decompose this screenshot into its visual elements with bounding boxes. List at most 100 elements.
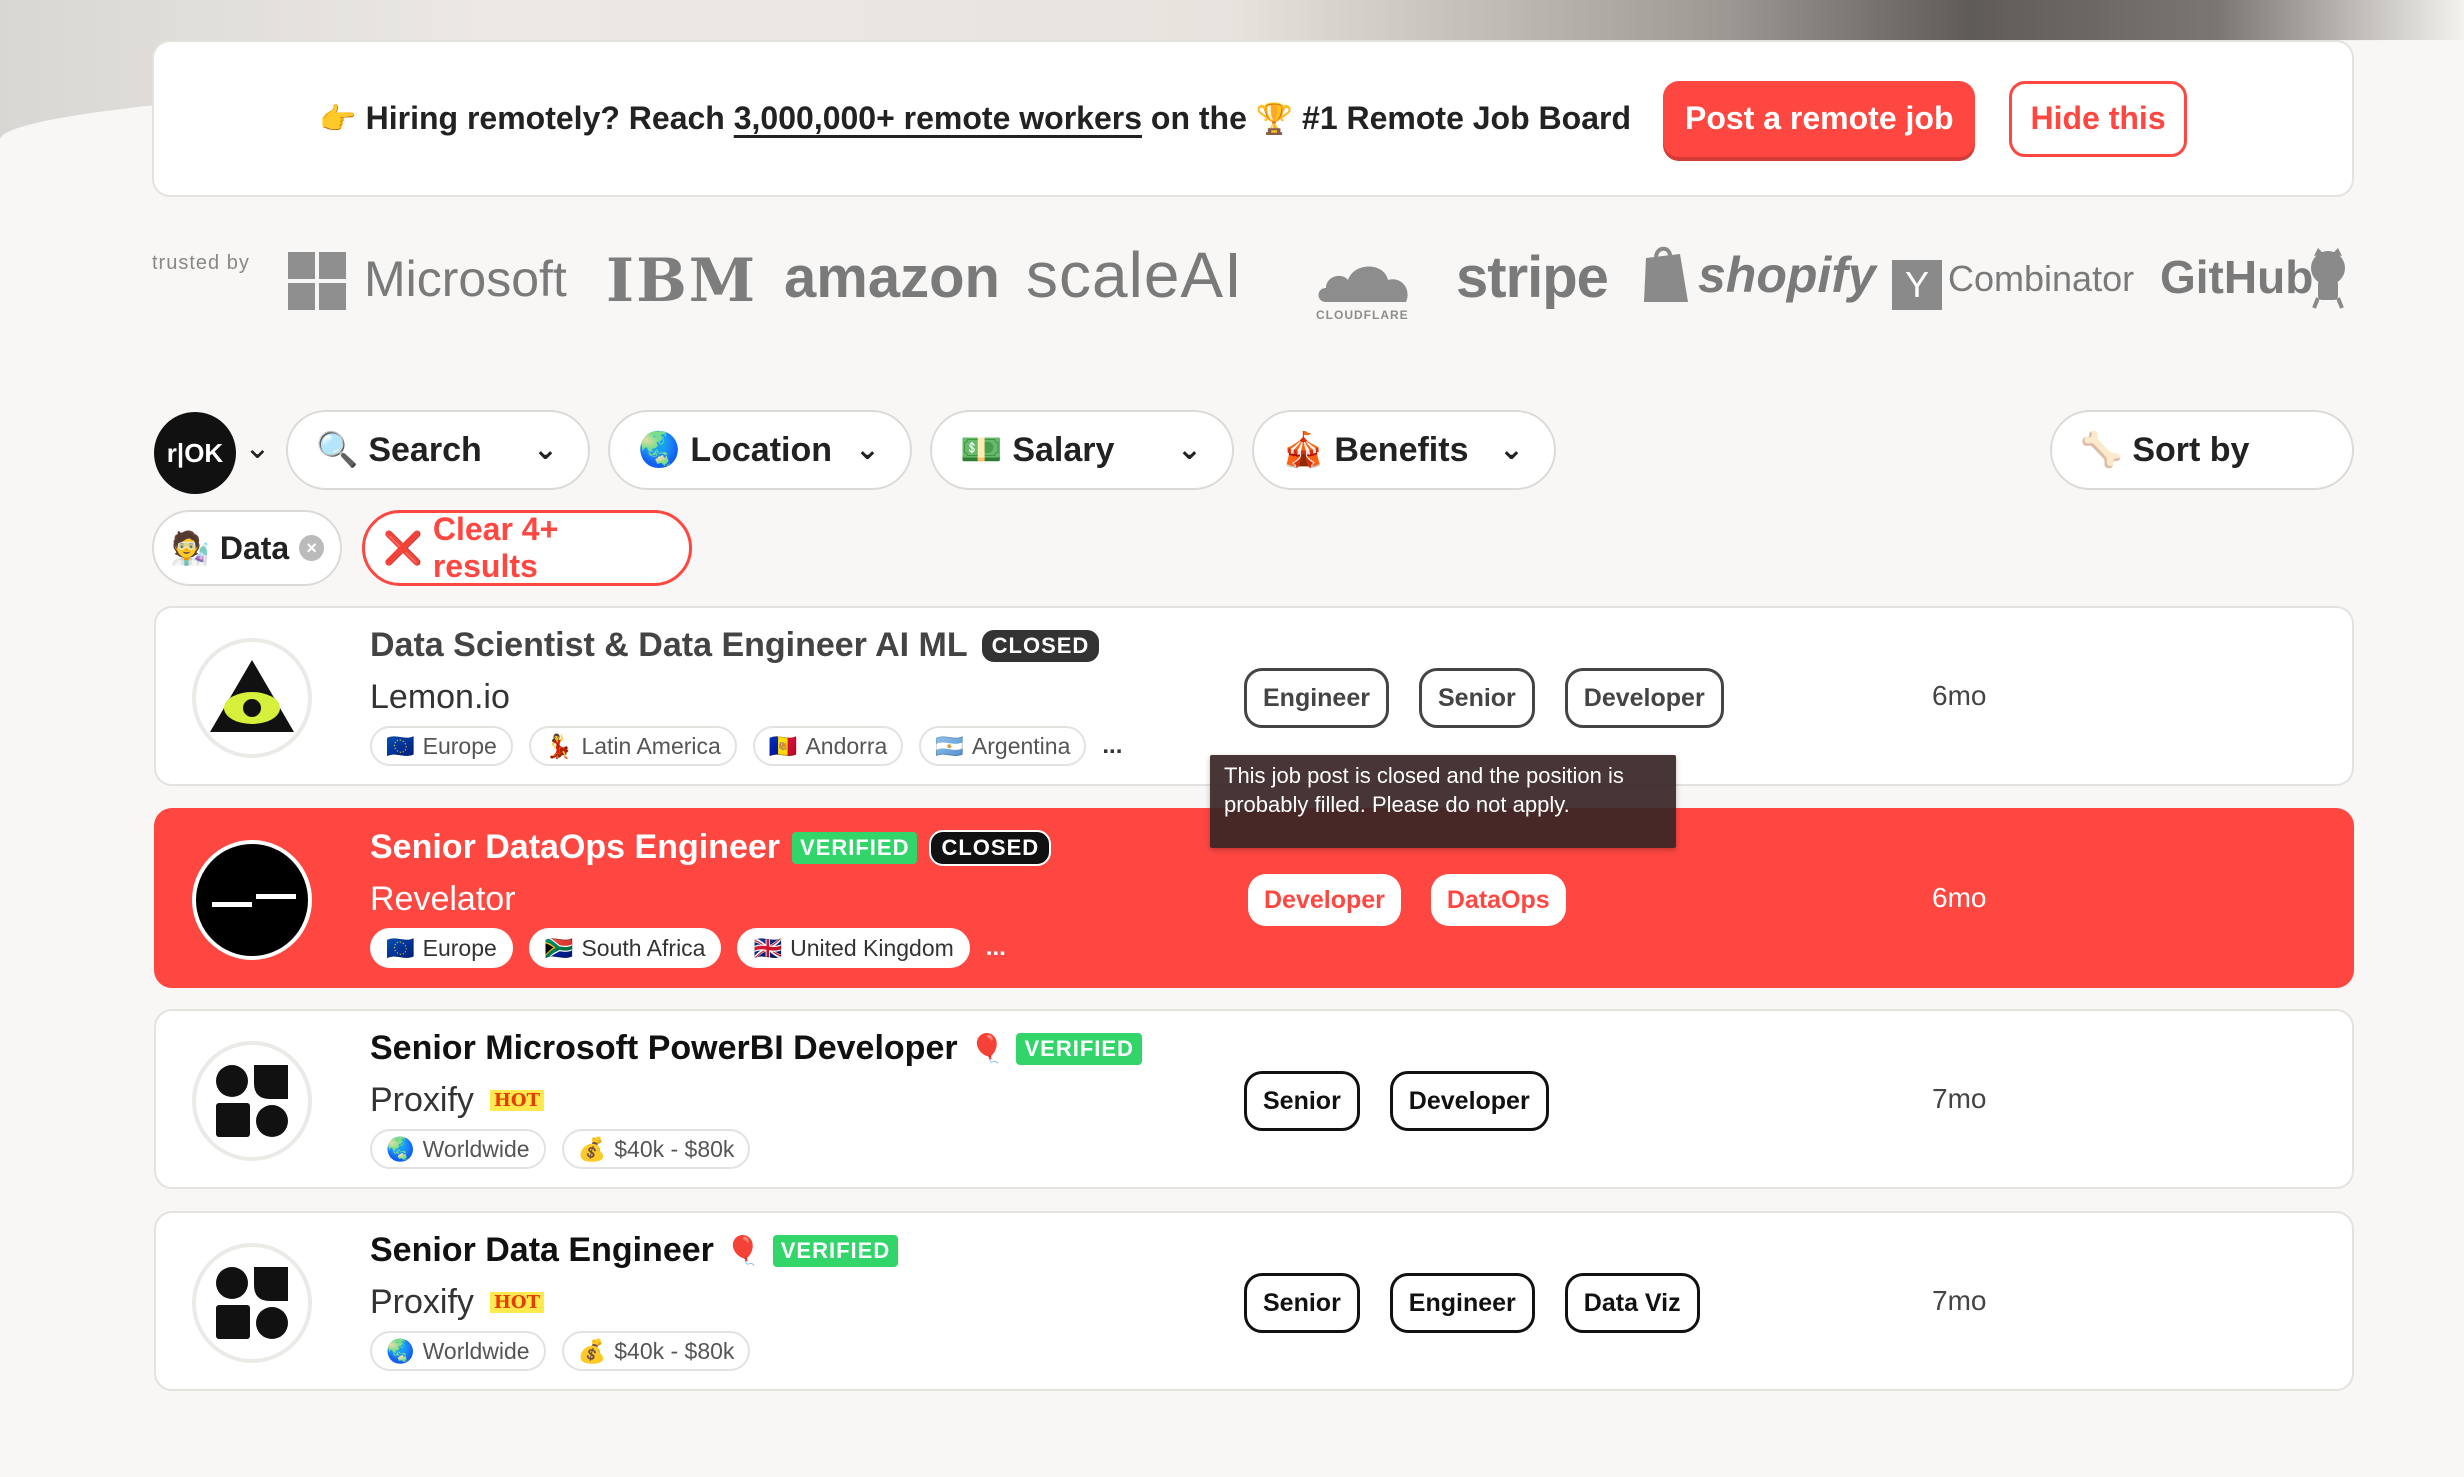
salary-filter[interactable]: 💵 Salary ⌄	[930, 410, 1234, 490]
stripe-logo: stripe	[1456, 245, 1609, 310]
more-locations[interactable]: ...	[1102, 732, 1122, 760]
company-name[interactable]: Lemon.io	[370, 678, 510, 717]
company-name[interactable]: Proxify	[370, 1081, 474, 1120]
job-age: 7mo	[1932, 1285, 1987, 1316]
location-tag[interactable]: 🇪🇺 Europe	[370, 726, 513, 766]
post-remote-job-button[interactable]: Post a remote job	[1662, 80, 1976, 157]
trusted-by-label: trusted by	[152, 252, 250, 274]
closed-job-tooltip: This job post is closed and the position…	[1210, 755, 1676, 848]
shopify-logo: shopify	[1640, 240, 1876, 320]
verified-badge: VERIFIED	[792, 831, 918, 864]
location-tag[interactable]: 🇦🇩 Andorra	[752, 726, 904, 766]
company-name[interactable]: Revelator	[370, 880, 516, 919]
job-age: 6mo	[1932, 882, 1987, 913]
location-tag[interactable]: 🌏 Worldwide	[370, 1331, 546, 1371]
job-title[interactable]: Data Scientist & Data Engineer AI ML	[370, 626, 968, 665]
location-tag[interactable]: 💃 Latin America	[528, 726, 737, 766]
location-tags: 🇪🇺 Europe 💃 Latin America 🇦🇩 Andorra 🇦🇷 Arge…	[370, 726, 1122, 766]
search-filter[interactable]: 🔍 Search ⌄	[286, 410, 590, 490]
uk-flag-icon: 🇬🇧	[753, 934, 783, 961]
location-tag[interactable]: 🇬🇧 United Kingdom	[737, 928, 970, 968]
job-tags: Senior Developer	[1244, 1071, 1549, 1131]
money-bag-icon: 💰	[577, 1337, 607, 1364]
location-tag[interactable]: 🇪🇺 Europe	[370, 928, 513, 968]
octocat-icon	[2311, 248, 2345, 309]
salary-tag[interactable]: 💰 $40k - $80k	[561, 1129, 751, 1169]
globe-icon: 🌏	[386, 1337, 415, 1364]
job-tags: Engineer Senior Developer	[1244, 668, 1724, 728]
location-tag[interactable]: 🇿🇦 South Africa	[528, 928, 722, 968]
job-age: 6mo	[1932, 680, 1987, 711]
location-tag[interactable]: 🌏 Worldwide	[370, 1129, 546, 1169]
banner-text: 👉 Hiring remotely? Reach 3,000,000+ remo…	[319, 100, 1631, 136]
closed-badge: CLOSED	[979, 627, 1102, 664]
sort-by-filter[interactable]: 🦴 Sort by	[2050, 410, 2354, 490]
github-logo: GitHub	[2160, 251, 2314, 303]
job-tags: Senior Engineer Data Viz	[1244, 1273, 1700, 1333]
proxify-mark-icon	[216, 1065, 288, 1137]
job-title[interactable]: Senior DataOps Engineer	[370, 828, 780, 867]
job-tag[interactable]: Developer	[1564, 668, 1724, 728]
ycombinator-icon: Y	[1892, 260, 1942, 310]
filter-bar: r|OK ⌄ 🔍 Search ⌄ 🌏 Location ⌄ 💵 Salary …	[152, 408, 2354, 494]
verified-badge: VERIFIED	[1016, 1032, 1142, 1065]
shopify-bag-icon	[1644, 246, 1688, 302]
trusted-by-row: trusted by Microsoft IBM amazon scaleAI …	[152, 236, 2354, 326]
chevron-down-icon: ⌄	[854, 433, 880, 466]
cross-mark-icon: ❌	[383, 530, 423, 566]
job-age: 7mo	[1932, 1083, 1987, 1114]
active-filter-data[interactable]: 🧑‍🔬 Data ×	[152, 510, 342, 586]
bone-icon: 🦴	[2080, 431, 2123, 469]
job-tag[interactable]: DataOps	[1430, 874, 1566, 926]
eu-flag-icon: 🇪🇺	[386, 934, 415, 961]
location-tags: 🇪🇺 Europe 🇿🇦 South Africa 🇬🇧 United Kingdom…	[370, 928, 1006, 968]
circus-tent-icon: 🎪	[1282, 431, 1325, 469]
benefits-filter[interactable]: 🎪 Benefits ⌄	[1252, 410, 1556, 490]
verified-badge: VERIFIED	[772, 1234, 899, 1267]
hot-badge: HOT	[489, 1292, 545, 1313]
hide-banner-button[interactable]: Hide this	[2009, 80, 2187, 157]
balloon-icon: 🎈	[725, 1235, 761, 1266]
chevron-down-icon[interactable]: ⌄	[244, 428, 271, 466]
amazon-logo: amazon	[784, 245, 1000, 310]
remote-workers-link[interactable]: 3,000,000+ remote workers	[734, 100, 1142, 136]
job-tag[interactable]: Senior	[1418, 668, 1535, 728]
job-tag[interactable]: Engineer	[1389, 1273, 1535, 1333]
job-title[interactable]: Senior Data Engineer	[370, 1231, 714, 1270]
revelator-mark-icon	[212, 894, 296, 907]
pointing-hand-icon: 👉	[319, 103, 357, 136]
salary-tag[interactable]: 💰 $40k - $80k	[561, 1331, 751, 1371]
location-filter[interactable]: 🌏 Location ⌄	[608, 410, 912, 490]
job-tag[interactable]: Engineer	[1244, 668, 1389, 728]
andorra-flag-icon: 🇦🇩	[768, 732, 798, 759]
trophy-icon: 🏆	[1255, 103, 1294, 136]
lemon-eye-icon	[210, 660, 294, 732]
ycombinator-logo: Combinator	[1948, 258, 2135, 299]
proxify-mark-icon	[216, 1267, 288, 1339]
job-tags: Developer DataOps	[1248, 870, 1566, 926]
dancer-icon: 💃	[544, 732, 574, 759]
clear-results-button[interactable]: ❌ Clear 4+ results	[362, 510, 692, 586]
microsoft-squares-icon	[288, 252, 346, 310]
job-row[interactable]: Senior Microsoft PowerBI Developer 🎈 VER…	[154, 1009, 2354, 1189]
job-tag[interactable]: Developer	[1389, 1071, 1549, 1131]
globe-icon: 🌏	[638, 431, 681, 469]
company-logo	[192, 840, 312, 960]
south-africa-flag-icon: 🇿🇦	[544, 934, 574, 961]
job-tag[interactable]: Data Viz	[1564, 1273, 1700, 1333]
job-tag[interactable]: Senior	[1244, 1273, 1360, 1333]
chevron-down-icon: ⌄	[1498, 433, 1524, 466]
job-tag[interactable]: Senior	[1244, 1071, 1360, 1131]
remoteok-logo[interactable]: r|OK	[154, 412, 236, 494]
globe-icon: 🌏	[386, 1135, 415, 1162]
money-icon: 💵	[960, 431, 1003, 469]
job-title[interactable]: Senior Microsoft PowerBI Developer	[370, 1029, 958, 1068]
location-tag[interactable]: 🇦🇷 Argentina	[919, 726, 1087, 766]
company-name[interactable]: Proxify	[370, 1283, 474, 1322]
argentina-flag-icon: 🇦🇷	[935, 732, 964, 759]
job-row[interactable]: Senior Data Engineer 🎈 VERIFIED Proxify …	[154, 1211, 2354, 1391]
more-locations[interactable]: ...	[986, 934, 1006, 962]
closed-badge: CLOSED	[929, 829, 1052, 866]
remove-filter-icon[interactable]: ×	[299, 535, 324, 561]
job-tag[interactable]: Developer	[1248, 874, 1401, 926]
